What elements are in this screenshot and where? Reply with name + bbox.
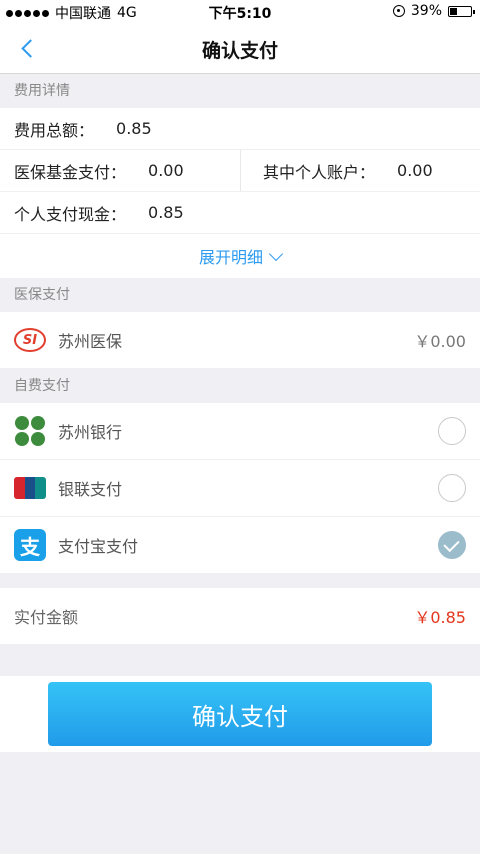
self-pay-panel: 苏州银行 银联支付 支 支付宝支付 bbox=[0, 403, 480, 574]
page-title: 确认支付 bbox=[201, 40, 278, 62]
pay-option-label: 支付宝支付 bbox=[58, 537, 139, 556]
chevron-down-icon bbox=[268, 246, 284, 261]
radio-button[interactable] bbox=[438, 417, 466, 445]
fee-details-header: 费用详情 bbox=[0, 74, 480, 108]
fee-details-panel: 费用总额： 0.85 医保基金支付： 0.00 其中个人账户： 0.00 个人支… bbox=[0, 108, 480, 278]
navigation-bar: 确认支付 bbox=[0, 24, 480, 74]
fund-cell: 医保基金支付： 0.00 bbox=[0, 150, 240, 191]
radio-button[interactable] bbox=[438, 531, 466, 559]
amount-due-label: 实付金额 bbox=[14, 608, 79, 627]
cash-label: 个人支付现金： bbox=[14, 204, 127, 224]
insurance-panel: SI 苏州医保 ￥0.00 bbox=[0, 312, 480, 369]
fee-total-value: 0.85 bbox=[116, 119, 152, 138]
suzhou-bank-icon bbox=[14, 415, 46, 447]
fund-row: 医保基金支付： 0.00 其中个人账户： 0.00 bbox=[0, 150, 480, 192]
pay-option-unionpay[interactable]: 银联支付 bbox=[0, 460, 480, 517]
amount-due-value: ￥0.85 bbox=[414, 608, 466, 627]
insurance-row[interactable]: SI 苏州医保 ￥0.00 bbox=[0, 312, 480, 369]
radio-button[interactable] bbox=[438, 474, 466, 502]
self-pay-header: 自费支付 bbox=[0, 369, 480, 403]
battery-fill bbox=[450, 7, 458, 15]
personal-account-value: 0.00 bbox=[397, 161, 433, 180]
personal-account-cell: 其中个人账户： 0.00 bbox=[240, 150, 480, 191]
unionpay-icon bbox=[14, 472, 46, 504]
expand-details-label: 展开明细 bbox=[198, 248, 263, 267]
fund-value: 0.00 bbox=[148, 161, 184, 180]
fee-total-row: 费用总额： 0.85 bbox=[0, 108, 480, 150]
pay-option-suzhou-bank[interactable]: 苏州银行 bbox=[0, 403, 480, 460]
battery-icon bbox=[448, 5, 475, 17]
expand-details-button[interactable]: 展开明细 bbox=[0, 234, 480, 278]
battery-percent: 39% bbox=[410, 3, 442, 19]
social-insurance-icon: SI bbox=[14, 324, 46, 356]
insurance-amount: ￥0.00 bbox=[414, 332, 466, 351]
insurance-header: 医保支付 bbox=[0, 278, 480, 312]
amount-due-row: 实付金额 ￥0.85 bbox=[0, 588, 480, 644]
confirm-area: 确认支付 bbox=[0, 676, 480, 752]
status-bar: 中国联通 4G 下午5:10 39% bbox=[0, 0, 480, 24]
confirm-payment-button[interactable]: 确认支付 bbox=[48, 682, 432, 746]
status-bar-right: 39% bbox=[392, 3, 475, 19]
fee-total-label: 费用总额： bbox=[14, 120, 95, 140]
social-insurance-logo: SI bbox=[14, 328, 46, 352]
pay-option-alipay[interactable]: 支 支付宝支付 bbox=[0, 517, 480, 574]
pay-option-label: 苏州银行 bbox=[58, 423, 123, 442]
personal-account-label: 其中个人账户： bbox=[263, 162, 376, 182]
fund-label: 医保基金支付： bbox=[14, 162, 127, 182]
orientation-lock-icon bbox=[392, 5, 405, 17]
cash-value: 0.85 bbox=[148, 203, 184, 222]
pay-option-label: 银联支付 bbox=[58, 480, 123, 499]
insurance-name: 苏州医保 bbox=[58, 332, 123, 351]
alipay-icon: 支 bbox=[14, 529, 46, 561]
cash-row: 个人支付现金： 0.85 bbox=[0, 192, 480, 234]
